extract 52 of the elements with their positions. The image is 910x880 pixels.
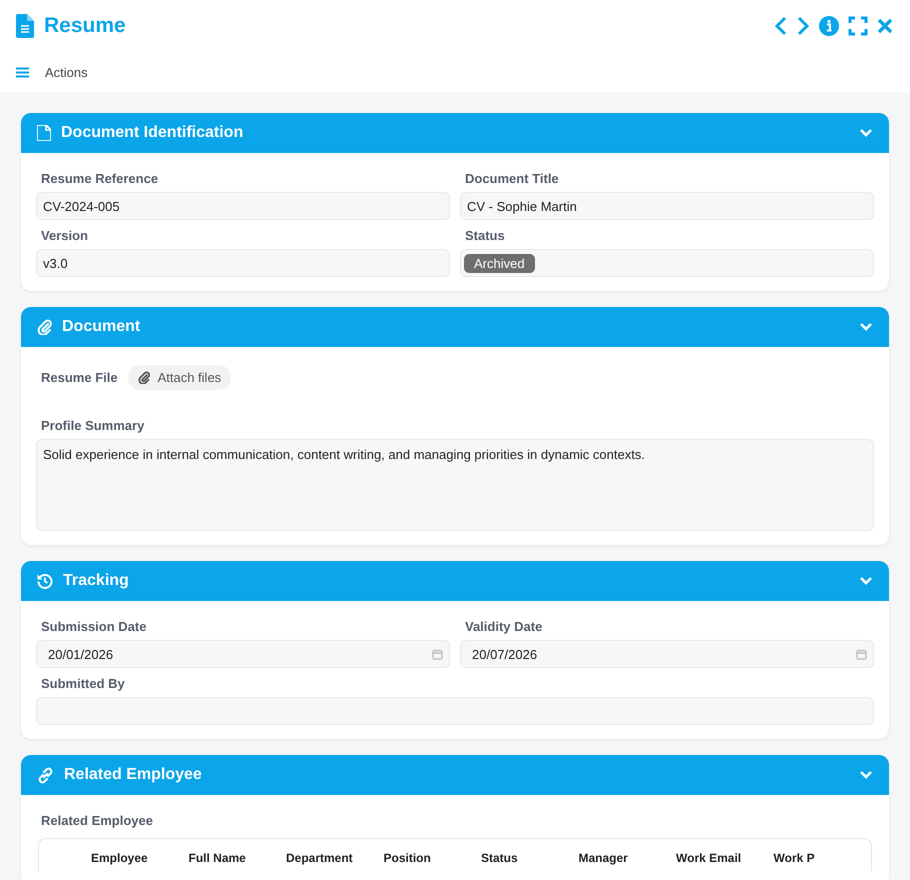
chevron-icon[interactable] — [859, 322, 873, 332]
document-icon — [37, 125, 51, 141]
chevron-icon[interactable] — [859, 770, 873, 780]
date-field[interactable]: 20/07/2026 — [460, 640, 874, 668]
calendar-icon[interactable] — [856, 648, 867, 660]
text-field[interactable]: CV - Sophie Martin — [460, 192, 874, 220]
column-header[interactable]: Status — [481, 851, 578, 871]
menu-icon[interactable] — [16, 66, 29, 78]
status-badge: Archived — [464, 254, 535, 272]
close-icon[interactable] — [876, 17, 894, 35]
info-icon[interactable] — [818, 15, 840, 37]
column-header[interactable]: Position — [384, 851, 481, 871]
field-label: Profile Summary — [40, 418, 146, 433]
field-label: Validity Date — [464, 619, 544, 634]
text-field[interactable] — [36, 697, 874, 725]
paperclip-icon — [37, 319, 52, 335]
field-label: Resume Reference — [40, 171, 160, 186]
text-field[interactable]: v3.0 — [36, 249, 450, 277]
previous-icon[interactable] — [774, 16, 788, 36]
window-title: Resume — [44, 14, 127, 38]
fullscreen-icon[interactable] — [848, 16, 868, 36]
chevron-icon[interactable] — [859, 576, 873, 586]
column-header[interactable]: Work Email — [676, 851, 774, 871]
chevron-icon[interactable] — [859, 128, 873, 138]
column-header[interactable]: Employee — [91, 851, 188, 871]
status-field[interactable]: Archived — [460, 249, 874, 277]
field-label: Document Title — [464, 171, 560, 186]
next-icon[interactable] — [796, 16, 810, 36]
document-icon — [16, 14, 34, 38]
paperclip-icon — [138, 371, 150, 384]
field-label: Resume File — [40, 370, 118, 385]
actions-label[interactable]: Actions — [45, 64, 88, 80]
section-title: Tracking — [63, 572, 130, 590]
column-header[interactable]: Department — [286, 851, 384, 871]
field-label: Submission Date — [40, 619, 148, 634]
section-title: Related Employee — [64, 766, 203, 784]
field-label: Status — [464, 228, 506, 243]
column-header[interactable]: Full Name — [188, 851, 286, 871]
column-header[interactable]: Work P — [774, 851, 871, 871]
date-field[interactable]: 20/01/2026 — [36, 640, 450, 668]
text-area[interactable]: Solid experience in internal communication, content writing, and managing priorities in dynamic contexts. — [36, 439, 874, 531]
link-icon — [37, 766, 54, 784]
field-label: Submitted By — [40, 676, 126, 691]
column-header[interactable]: Manager — [578, 851, 676, 871]
text-field[interactable]: CV-2024-005 — [36, 192, 450, 220]
history-icon — [37, 573, 53, 589]
calendar-icon[interactable] — [432, 648, 443, 660]
section-title: Document — [62, 318, 142, 336]
field-label: Related Employee — [40, 813, 154, 828]
field-label: Version — [40, 228, 89, 243]
section-title: Document Identification — [61, 124, 244, 142]
attach-files-button[interactable]: Attach files — [128, 365, 232, 390]
